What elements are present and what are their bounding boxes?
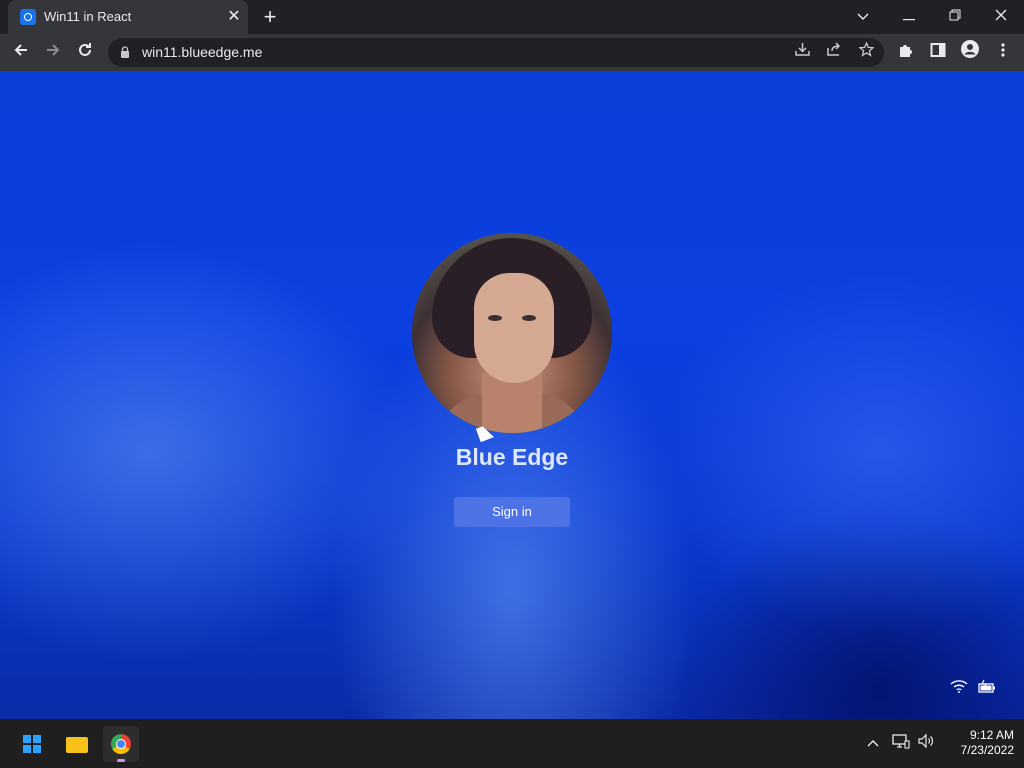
clock-date: 7/23/2022 [960,743,1014,757]
tab-title: Win11 in React [44,9,132,24]
back-button[interactable] [8,40,34,66]
network-icon [892,734,910,749]
puzzle-icon [900,45,912,57]
clock-time: 9:12 AM [969,728,1014,742]
wifi-signal-icon [950,680,968,693]
share-icon [826,42,840,56]
download-icon [794,43,810,56]
network-button[interactable] [891,733,911,753]
show-hidden-icons-button[interactable] [863,733,883,753]
favicon-icon [20,9,36,25]
reload-button[interactable] [72,40,98,66]
browser-tab[interactable]: Win11 in React ✕ [8,0,248,34]
profile-button[interactable] [957,40,983,66]
close-icon [995,9,1007,21]
install-app-button[interactable] [790,40,814,64]
windows-logo-icon [23,735,41,753]
kebab-menu-icon [1001,43,1005,57]
avatar-eye [522,315,536,321]
tab-close-button[interactable]: ✕ [225,8,243,26]
lock-icon [121,46,129,58]
chrome-taskbar-button[interactable] [103,726,139,762]
url-text: win11.blueedge.me [142,44,263,60]
battery-charging-icon [978,679,995,693]
user-name: Blue Edge [455,444,569,470]
minimize-button[interactable] [886,0,932,34]
chevron-down-icon [857,13,869,20]
arrow-left-icon [14,44,27,56]
minimize-icon [903,19,915,21]
extensions-button[interactable] [893,40,919,66]
file-explorer-button[interactable] [59,726,95,762]
avatar-eye [488,315,502,321]
sign-in-button[interactable]: Sign in [454,497,570,527]
start-button[interactable] [14,726,50,762]
share-button[interactable] [822,40,846,64]
folder-icon [66,737,88,753]
wifi-icon[interactable] [950,679,968,695]
login-screen: Blue Edge Sign in [0,71,1024,719]
side-panel-icon [930,43,946,57]
profile-icon [961,40,979,58]
tab-search-button[interactable] [840,0,886,34]
browser-tabstrip: Win11 in React ✕ + [0,0,1024,34]
active-indicator [117,759,125,762]
new-tab-button[interactable]: + [258,5,282,29]
volume-button[interactable] [916,733,936,753]
forward-button[interactable] [40,40,66,66]
restore-button[interactable] [932,0,978,34]
restore-icon [949,9,961,21]
arrow-right-icon [47,44,60,56]
user-avatar [412,233,612,433]
star-icon [857,41,875,57]
chrome-icon [111,734,131,754]
address-bar[interactable]: win11.blueedge.me [108,38,884,67]
browser-toolbar: win11.blueedge.me [0,34,1024,71]
speaker-icon [918,733,934,749]
reload-icon [79,43,91,56]
side-panel-button[interactable] [925,40,951,66]
battery-icon[interactable] [978,679,996,695]
menu-button[interactable] [990,40,1016,66]
avatar-face [474,273,554,383]
bookmark-button[interactable] [854,40,878,64]
clock[interactable]: 9:12 AM 7/23/2022 [940,728,1014,758]
chevron-up-icon [867,740,879,747]
close-window-button[interactable] [978,0,1024,34]
taskbar: 9:12 AM 7/23/2022 [0,719,1024,768]
